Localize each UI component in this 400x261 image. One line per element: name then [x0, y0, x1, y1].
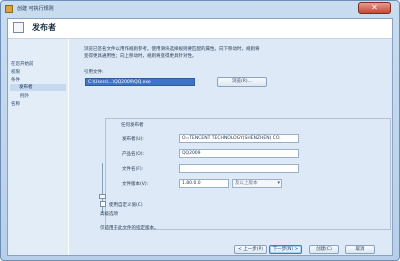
chevron-down-icon: ▾ [277, 180, 280, 186]
reference-file-field[interactable]: C:\Users\...\QQ2009\QQ.exe [85, 78, 195, 86]
create-button[interactable]: 创建(C) [309, 245, 339, 254]
file-version-label: 文件版本(V): [122, 182, 149, 187]
title-bar[interactable]: 创建 可执行规则 ✕ [1, 1, 399, 18]
previous-button[interactable]: < 上一步(P) [234, 245, 267, 254]
description-line-2: 变得更具通用性；向上移动时，规则将变得更具针对性。 [84, 54, 197, 59]
sidebar-item-permissions[interactable]: 权限 [11, 69, 20, 75]
rule-icon [13, 22, 24, 33]
version-scope-value: 及以上版本 [235, 181, 258, 186]
file-version-field[interactable]: 1.80.0.0 [179, 179, 229, 188]
app-icon [5, 5, 13, 13]
publisher-label: 发布者(U): [122, 137, 144, 142]
sidebar-item-exceptions[interactable]: 例外 [20, 93, 29, 99]
close-button[interactable]: ✕ [358, 2, 391, 14]
publisher-field[interactable]: O=TENCENT TECHNOLOGY(SHENZHEN) CO. [179, 134, 299, 143]
advanced-options-label: 高级选项 [100, 212, 118, 217]
product-name-field[interactable]: QQ2009 [179, 149, 299, 158]
any-publisher-label: 任何发布者 [121, 123, 144, 128]
sidebar-item-conditions[interactable]: 条件 [11, 77, 20, 83]
next-button[interactable]: 下一步(N) > [269, 245, 302, 254]
description-line-1: 浏览已签名文件以用作规则参考。使用滑块选择规则要匹配的属性。向下移动时，规则将 [84, 47, 260, 52]
dialog-window: 创建 可执行规则 ✕ 发布者 在您开始前 权限 条件 发布者 例外 名称 浏览已… [0, 0, 400, 261]
reference-file-label: 引用文件: [84, 70, 104, 75]
sidebar-item-name[interactable]: 名称 [11, 101, 20, 107]
file-name-label: 文件名(F): [122, 167, 144, 172]
version-scope-select[interactable]: 及以上版本 ▾ [232, 179, 282, 188]
product-name-label: 产品名(O): [122, 152, 145, 157]
sidebar-item-publisher[interactable]: 发布者 [10, 84, 66, 91]
wizard-header: 发布者 [8, 19, 392, 39]
wizard-client: 发布者 在您开始前 权限 条件 发布者 例外 名称 浏览已签名文件以用作规则参考… [7, 18, 393, 256]
wizard-sidebar: 在您开始前 权限 条件 发布者 例外 名称 [8, 39, 68, 255]
browse-button[interactable]: 浏览(R)... [217, 77, 267, 87]
specificity-slider-thumb[interactable] [99, 194, 106, 199]
window-title: 创建 可执行规则 [17, 6, 54, 12]
sidebar-item-before-you-begin[interactable]: 在您开始前 [11, 61, 34, 67]
main-panel: 浏览已签名文件以用作规则参考。使用滑块选择规则要匹配的属性。向下移动时，规则将 … [69, 39, 392, 255]
custom-values-checkbox[interactable] [100, 201, 106, 207]
cancel-button[interactable]: 取消 [345, 245, 375, 254]
page-title: 发布者 [32, 23, 56, 32]
file-name-field[interactable] [179, 164, 299, 173]
custom-values-label: 使用自定义值(C) [109, 203, 143, 208]
scope-note: 仅适用于此文件的指定版本。 [100, 226, 159, 231]
